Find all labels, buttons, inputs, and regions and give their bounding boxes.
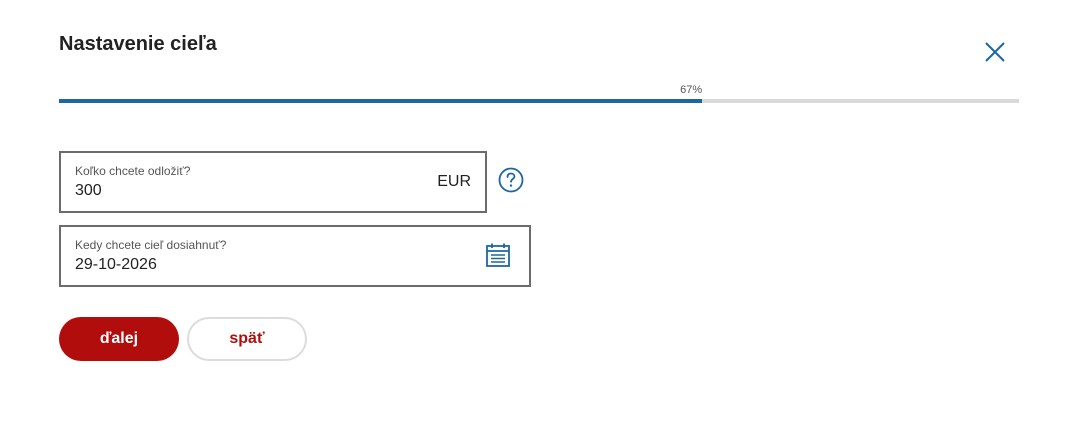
- next-button[interactable]: ďalej: [59, 317, 179, 361]
- date-field-label: Kedy chcete cieľ dosiahnuť?: [75, 238, 227, 252]
- calendar-button[interactable]: [485, 242, 511, 268]
- close-button[interactable]: [982, 39, 1008, 65]
- dialog-title: Nastavenie cieľa: [59, 33, 217, 55]
- progress-track: [59, 99, 1019, 103]
- currency-suffix: EUR: [437, 173, 471, 190]
- date-field[interactable]: Kedy chcete cieľ dosiahnuť?: [59, 225, 531, 287]
- amount-input[interactable]: [75, 182, 375, 200]
- help-icon: [498, 167, 524, 193]
- progress-bar: 67%: [59, 84, 1019, 104]
- close-icon: [985, 42, 1005, 62]
- progress-label: 67%: [680, 84, 703, 96]
- calendar-icon: [486, 243, 510, 267]
- date-input[interactable]: [75, 256, 375, 274]
- amount-field-label: Koľko chcete odložiť?: [75, 164, 191, 178]
- help-button[interactable]: [498, 167, 524, 193]
- progress-fill: [59, 99, 703, 103]
- amount-field[interactable]: Koľko chcete odložiť? EUR: [59, 151, 487, 213]
- back-button[interactable]: späť: [187, 317, 307, 361]
